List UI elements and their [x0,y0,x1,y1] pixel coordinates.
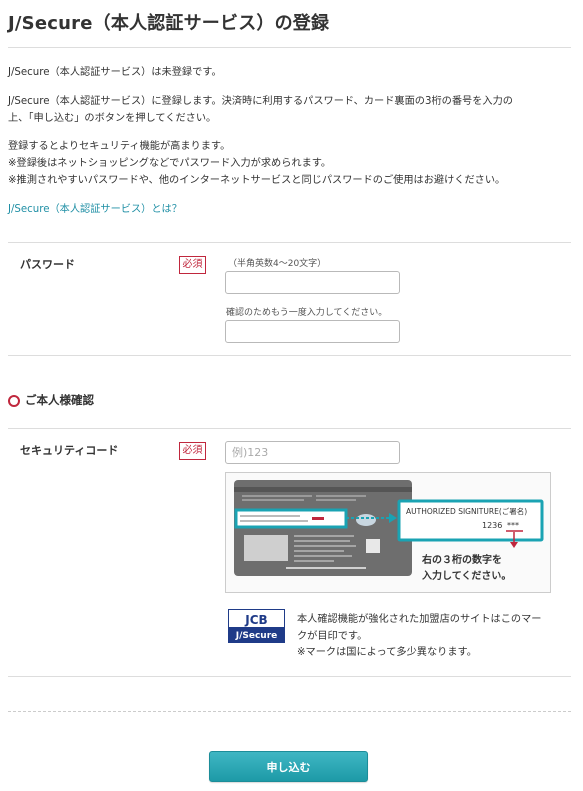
signature-zoom-number: 1236 [482,521,502,530]
form-top-divider [8,242,571,243]
card-caption-line1: 右の３桁の数字を [421,553,502,566]
jcb-note-line: ※マークは国によって多少異なります。 [297,647,477,658]
submit-button[interactable]: 申し込む [209,751,368,782]
signature-pointer-head [510,542,518,548]
password-hint: （半角英数4～20文字） [228,259,327,269]
signature-zoom-mask: *** [507,521,519,530]
instruction-line-1: J/Secure（本人認証サービス）に登録します。決済時に利用するパスワード、カ… [8,96,513,107]
password-label: パスワード [20,258,75,271]
card-qr [366,539,380,553]
jcb-note-line: クが目印です。 [297,630,368,642]
jcb-logo-text: JCB [244,613,267,627]
card-back-illustration: AUTHORIZED SIGNITURE(ご署名) 1236 *** 右の３桁の… [225,472,551,593]
card-bottom-text [286,567,366,569]
note-line: 登録するとよりセキュリティ機能が高まります。 [8,141,231,152]
identity-section-title: ご本人様確認 [25,393,94,407]
password-input[interactable] [225,271,400,294]
password-confirm-input[interactable] [225,320,400,343]
note-line: ※登録後はネットショッピングなどでパスワード入力が求められます。 [8,158,332,169]
note-line: ※推測されやすいパスワードや、他のインターネットサービスと同じパスワードのご使用… [8,175,506,186]
card-signature-strip [234,508,348,529]
about-jsecure-link[interactable]: J/Secure（本人認証サービス）とは？ [8,204,182,215]
password-divider [8,355,571,356]
card-hologram [356,514,376,526]
security-code-input[interactable] [225,441,400,464]
card-back-svg: AUTHORIZED SIGNITURE(ご署名) 1236 *** 右の３桁の… [234,480,544,582]
card-magstripe [234,487,412,492]
jsecure-logo-text: J/Secure [235,631,278,641]
security-notes: 登録するとよりセキュリティ機能が高まります。 ※登録後はネットショッピングなどで… [8,138,571,189]
jcb-note: 本人確認機能が強化された加盟店のサイトはこのマー クが目印です。 ※マークは国に… [297,612,569,662]
card-photo [244,535,288,561]
password-confirm-hint: 確認のためもう一度入力してください。 [226,308,388,318]
password-required-badge: 必須 [179,256,206,274]
card-caption-line2: 入力してください。 [422,569,511,582]
security-code-required-badge: 必須 [179,442,206,460]
card-code-mark [312,517,324,520]
registration-status: J/Secure（本人認証サービス）は未登録です。 [8,67,222,78]
instruction-text: J/Secure（本人認証サービス）に登録します。決済時に利用するパスワード、カ… [8,93,571,127]
about-link-row: J/Secure（本人認証サービス）とは？ [8,201,571,218]
identity-divider [8,428,571,429]
security-code-label: セキュリティコード [20,444,119,457]
circle-bullet-icon [8,395,20,407]
jcb-note-line: 本人確認機能が強化された加盟店のサイトはこのマー [297,614,542,625]
page-title: J/Secure（本人認証サービス）の登録 [8,13,330,34]
jcb-jsecure-logo: JCB J/Secure [228,609,285,643]
title-divider [8,47,571,48]
instruction-line-2: 上、「申し込む」のボタンを押してください。 [8,113,217,124]
identity-bottom-divider [8,676,571,677]
form-bottom-divider [8,711,571,712]
signature-zoom-label: AUTHORIZED SIGNITURE(ご署名) [406,506,527,516]
